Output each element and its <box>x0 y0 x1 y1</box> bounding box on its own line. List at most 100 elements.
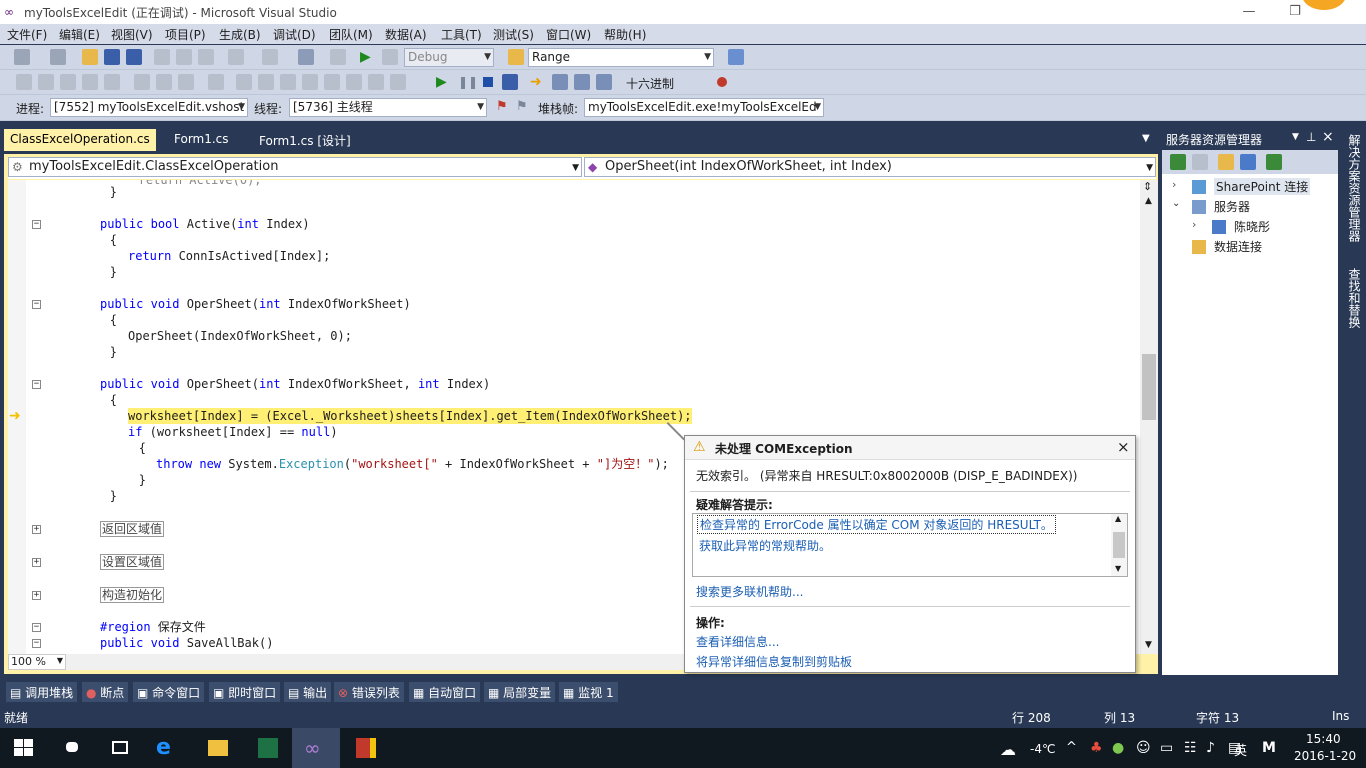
menu-build[interactable]: 生成(B) <box>219 26 261 43</box>
collapse-icon[interactable]: − <box>32 623 41 632</box>
save-icon[interactable] <box>104 49 120 65</box>
menu-tools[interactable]: 工具(T) <box>441 26 482 43</box>
find-combo[interactable]: Range ▼ <box>528 48 714 67</box>
save-all-icon[interactable] <box>126 49 142 65</box>
edge-icon[interactable]: e <box>156 736 180 760</box>
tab-immediate-window[interactable]: ▣ 即时窗口 <box>209 682 281 702</box>
minimize-button[interactable]: — <box>1226 0 1272 24</box>
member-combo[interactable]: ◆ OperSheet(int IndexOfWorkSheet, int In… <box>584 157 1156 177</box>
tree-item-sharepoint[interactable]: › SharePoint 连接 <box>1172 178 1332 196</box>
new-project-icon[interactable] <box>14 49 30 65</box>
solution-config-combo[interactable]: Debug ▼ <box>404 48 494 67</box>
find-icon[interactable] <box>508 49 524 65</box>
menu-test[interactable]: 测试(S) <box>493 26 534 43</box>
bookmark-folder-icon[interactable] <box>302 74 318 90</box>
menu-window[interactable]: 窗口(W) <box>546 26 591 43</box>
tree-item-data-connections[interactable]: 数据连接 <box>1172 238 1332 256</box>
sharepoint-connect-icon[interactable] <box>1266 154 1282 170</box>
collapse-icon[interactable]: − <box>32 380 41 389</box>
refresh-icon[interactable] <box>1170 154 1186 170</box>
tab-find-replace[interactable]: 查找和替换 <box>1346 268 1363 328</box>
tab-autos[interactable]: ▦ 自动窗口 <box>409 682 481 702</box>
step-over-icon[interactable] <box>574 74 590 90</box>
taskbar-vs-active[interactable]: ∞ <box>292 728 340 768</box>
continue-debug-icon[interactable]: ▶ <box>436 74 452 90</box>
restart-icon[interactable] <box>502 74 518 90</box>
windows-start-icon[interactable] <box>12 736 36 760</box>
collapsed-region[interactable]: 设置区域值 <box>100 554 165 570</box>
cut-icon[interactable] <box>154 49 170 65</box>
hex-display-button[interactable]: 十六进制 <box>626 75 674 92</box>
media-app-icon[interactable] <box>354 736 378 760</box>
chevron-right-icon[interactable]: › <box>1192 218 1196 231</box>
collapsed-region[interactable]: 构造初始化 <box>100 587 165 603</box>
battery-icon[interactable]: ▭ <box>1160 740 1173 756</box>
bookmark-prev-icon[interactable] <box>236 74 252 90</box>
tab-watch-1[interactable]: ▦ 监视 1 <box>559 682 618 702</box>
expand-icon[interactable]: + <box>32 558 41 567</box>
break-all-icon[interactable]: ❚❚ <box>458 74 478 90</box>
menu-file[interactable]: 文件(F) <box>7 26 47 43</box>
flag-threads-icon[interactable]: ⚑ <box>516 99 532 115</box>
scroll-thumb[interactable] <box>1113 532 1125 558</box>
paste-icon[interactable] <box>198 49 214 65</box>
tab-command-window[interactable]: ▣ 命令窗口 <box>133 682 205 702</box>
comment-icon[interactable] <box>134 74 150 90</box>
layout-icon[interactable] <box>16 74 32 90</box>
tab-class-excel-operation[interactable]: ClassExcelOperation.cs <box>4 129 156 151</box>
font-icon[interactable] <box>82 74 98 90</box>
menu-debug[interactable]: 调试(D) <box>273 26 316 43</box>
pin-icon[interactable]: ⊥ <box>1306 130 1316 144</box>
tip-check-errorcode[interactable]: 检查异常的 ErrorCode 属性以确定 COM 对象返回的 HRESULT。 <box>697 515 1056 534</box>
tray-expand-icon[interactable]: ^ <box>1066 740 1077 755</box>
tips-scrollbar[interactable]: ▲ ▼ <box>1111 514 1127 576</box>
copy-icon[interactable] <box>176 49 192 65</box>
scroll-up-icon[interactable]: ▲ <box>1115 514 1121 523</box>
step-into-icon[interactable] <box>552 74 568 90</box>
input-language[interactable]: 英 <box>1234 740 1247 759</box>
chevron-down-icon[interactable]: ⌄ <box>1172 198 1180 209</box>
bookmark-icon[interactable] <box>208 74 224 90</box>
navigate-forward-icon[interactable] <box>330 49 346 65</box>
task-view-icon[interactable] <box>108 736 132 760</box>
pointer-icon[interactable] <box>38 74 54 90</box>
continue-icon[interactable]: ▶ <box>360 49 376 65</box>
bookmark-list-icon[interactable] <box>324 74 340 90</box>
add-item-icon[interactable] <box>50 49 66 65</box>
split-icon[interactable]: ⇕ <box>1143 180 1152 193</box>
search-more-help-link[interactable]: 搜索更多联机帮助... <box>696 583 803 600</box>
tray-app-icon[interactable]: ♣ <box>1090 740 1103 756</box>
open-file-icon[interactable] <box>82 49 98 65</box>
bookmark-disable-icon[interactable] <box>346 74 362 90</box>
volume-icon[interactable]: ♪ <box>1206 740 1215 756</box>
view-detail-link[interactable]: 查看详细信息... <box>696 633 779 650</box>
scroll-thumb[interactable] <box>1142 354 1156 420</box>
tab-breakpoints[interactable]: ● 断点 <box>82 682 129 702</box>
close-icon[interactable]: × <box>1117 438 1130 456</box>
bookmark-next-icon[interactable] <box>258 74 274 90</box>
expand-icon[interactable]: + <box>32 591 41 600</box>
menu-data[interactable]: 数据(A) <box>385 26 427 43</box>
menu-project[interactable]: 项目(P) <box>165 26 206 43</box>
file-explorer-icon[interactable] <box>206 736 230 760</box>
clock-date[interactable]: 2016-1-20 <box>1294 749 1356 763</box>
bookmark-more-icon[interactable] <box>390 74 406 90</box>
collapse-icon[interactable]: − <box>32 639 41 648</box>
attach-icon[interactable] <box>382 49 398 65</box>
process-combo[interactable]: [7552] myToolsExcelEdit.vshost ▼ <box>50 98 248 117</box>
connect-database-icon[interactable] <box>1218 154 1234 170</box>
class-combo[interactable]: ⚙ myToolsExcelEdit.ClassExcelOperation ▼ <box>8 157 582 177</box>
zoom-combo[interactable]: 100 % ▼ <box>8 654 66 670</box>
stop-debug-icon[interactable] <box>480 74 496 90</box>
collapsed-region[interactable]: 返回区域值 <box>100 521 165 537</box>
navigate-icon[interactable] <box>298 49 314 65</box>
dropdown-icon[interactable]: ▼ <box>1292 132 1299 142</box>
scroll-down-icon[interactable]: ▼ <box>1115 564 1121 573</box>
scroll-up-icon[interactable]: ▲ <box>1145 196 1152 206</box>
tab-solution-explorer[interactable]: 解决方案资源管理器 <box>1346 134 1363 242</box>
wechat-icon[interactable]: ● <box>1112 740 1124 756</box>
tree-item-machine[interactable]: › 陈晓彤 <box>1192 218 1332 236</box>
tray-status-icon[interactable]: ☺ <box>1136 740 1151 756</box>
editor-vertical-scrollbar[interactable]: ⇕ ▲ ▼ <box>1140 180 1158 654</box>
network-icon[interactable]: ☷ <box>1184 740 1197 756</box>
